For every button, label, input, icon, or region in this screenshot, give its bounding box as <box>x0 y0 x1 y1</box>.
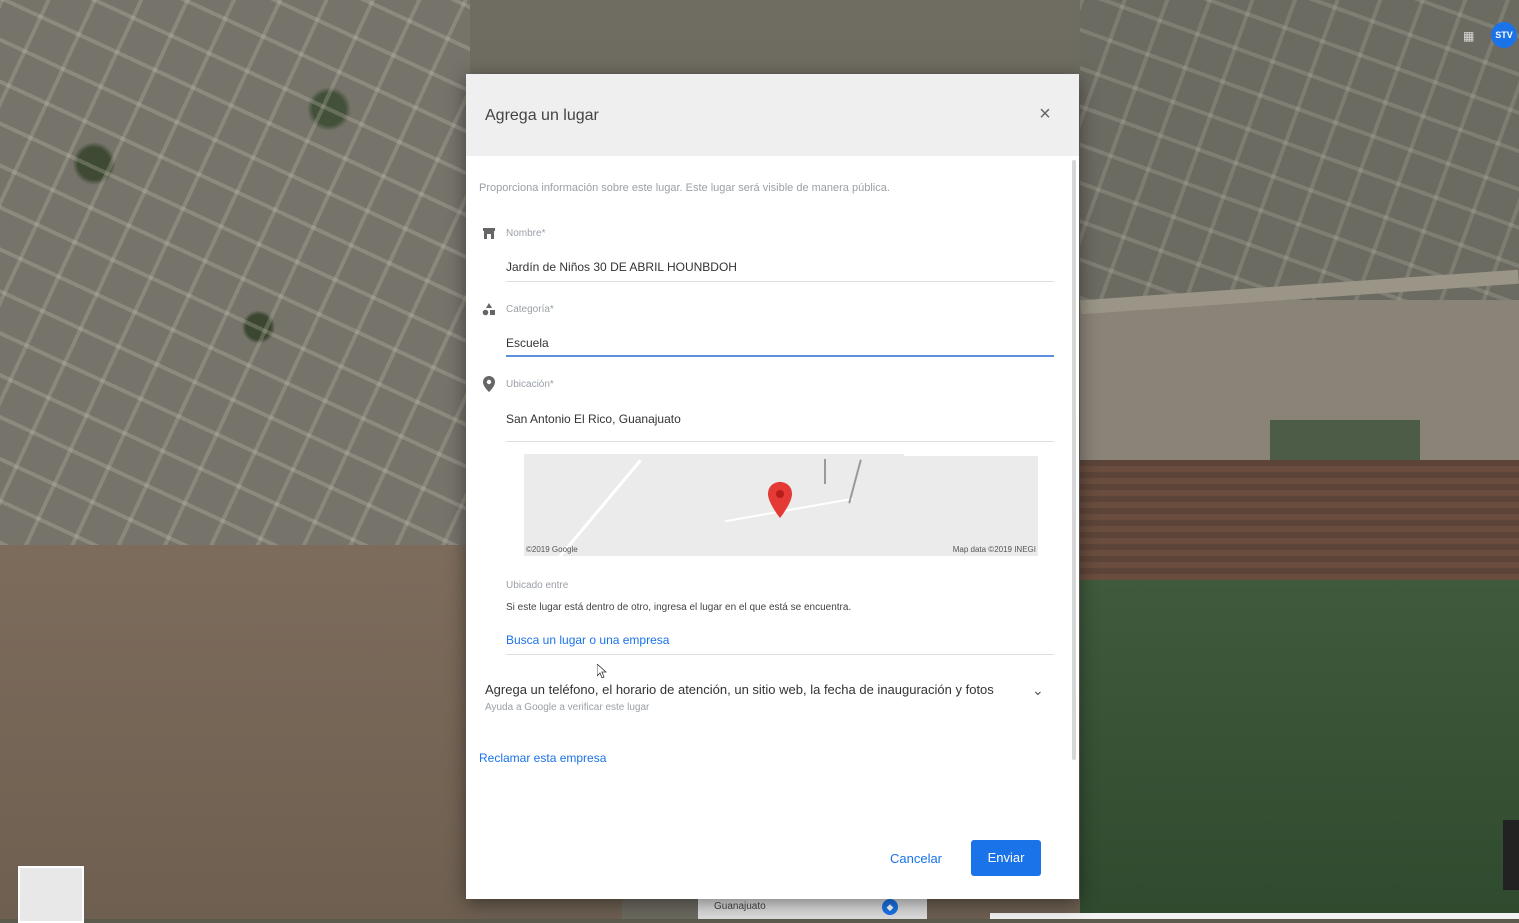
minimap-credit-data: Map data ©2019 INEGI <box>952 545 1036 554</box>
bottom-place-card[interactable]: Guanajuato ◆ <box>622 897 927 919</box>
minimap-road <box>848 459 862 504</box>
minimap-road <box>904 454 1038 456</box>
bottom-bar <box>990 913 1519 919</box>
category-field[interactable]: Escuela <box>506 336 549 350</box>
located-within-description: Si este lugar está dentro de otro, ingre… <box>506 602 852 613</box>
location-label: Ubicación* <box>506 379 554 390</box>
close-icon[interactable]: × <box>1033 102 1057 126</box>
located-within-underline <box>506 654 1054 655</box>
mouse-cursor-icon <box>597 664 607 678</box>
dialog-header: Agrega un lugar × <box>466 74 1079 156</box>
map-area-town <box>0 0 470 545</box>
location-field-underline <box>506 441 1054 442</box>
category-field-underline <box>506 355 1054 357</box>
add-place-dialog: Agrega un lugar × Proporciona informació… <box>466 74 1079 899</box>
map-area-plowed-field <box>1080 460 1519 580</box>
chevron-down-icon[interactable]: ⌄ <box>1032 682 1044 699</box>
send-button[interactable]: Enviar <box>971 840 1041 876</box>
map-area-town-right <box>1080 0 1519 300</box>
place-thumbnail <box>622 897 698 919</box>
minimap-road <box>824 459 826 484</box>
claim-business-link[interactable]: Reclamar esta empresa <box>479 751 606 765</box>
directions-icon[interactable]: ◆ <box>882 899 898 915</box>
minimap-credit-google: ©2019 Google <box>526 545 578 554</box>
more-details-title: Agrega un teléfono, el horario de atenci… <box>485 682 994 697</box>
located-within-label: Ubicado entre <box>506 580 569 591</box>
name-field-underline <box>506 281 1054 282</box>
name-label: Nombre* <box>506 228 546 239</box>
name-field[interactable]: Jardín de Niños 30 DE ABRIL HOUNBDOH <box>506 260 737 274</box>
category-icon <box>481 302 497 318</box>
more-details-expander[interactable]: Agrega un teléfono, el horario de atenci… <box>466 672 1079 720</box>
layers-thumbnail[interactable] <box>18 866 84 923</box>
store-icon <box>481 226 497 242</box>
minimap-road <box>549 459 642 556</box>
place-card-text: Guanajuato <box>714 901 766 912</box>
location-minimap[interactable]: ©2019 Google Map data ©2019 INEGI <box>524 454 1038 556</box>
zoom-controls[interactable] <box>1503 820 1519 890</box>
dialog-title: Agrega un lugar <box>485 107 599 124</box>
more-details-subtitle: Ayuda a Google a verificar este lugar <box>485 702 650 713</box>
map-area-field <box>0 545 470 919</box>
dialog-intro-text: Proporciona información sobre este lugar… <box>479 182 890 194</box>
category-label: Categoría* <box>506 304 554 315</box>
map-marker-icon[interactable] <box>767 482 793 518</box>
apps-grid-icon[interactable]: ▦ <box>1463 30 1475 42</box>
cancel-button[interactable]: Cancelar <box>886 848 946 870</box>
location-pin-icon <box>481 376 497 392</box>
search-place-link[interactable]: Busca un lugar o una empresa <box>506 633 669 647</box>
dialog-scrollbar[interactable] <box>1072 160 1076 760</box>
map-area-green-field <box>1080 580 1519 919</box>
location-field[interactable]: San Antonio El Rico, Guanajuato <box>506 412 681 426</box>
account-avatar[interactable]: STV <box>1491 22 1517 48</box>
